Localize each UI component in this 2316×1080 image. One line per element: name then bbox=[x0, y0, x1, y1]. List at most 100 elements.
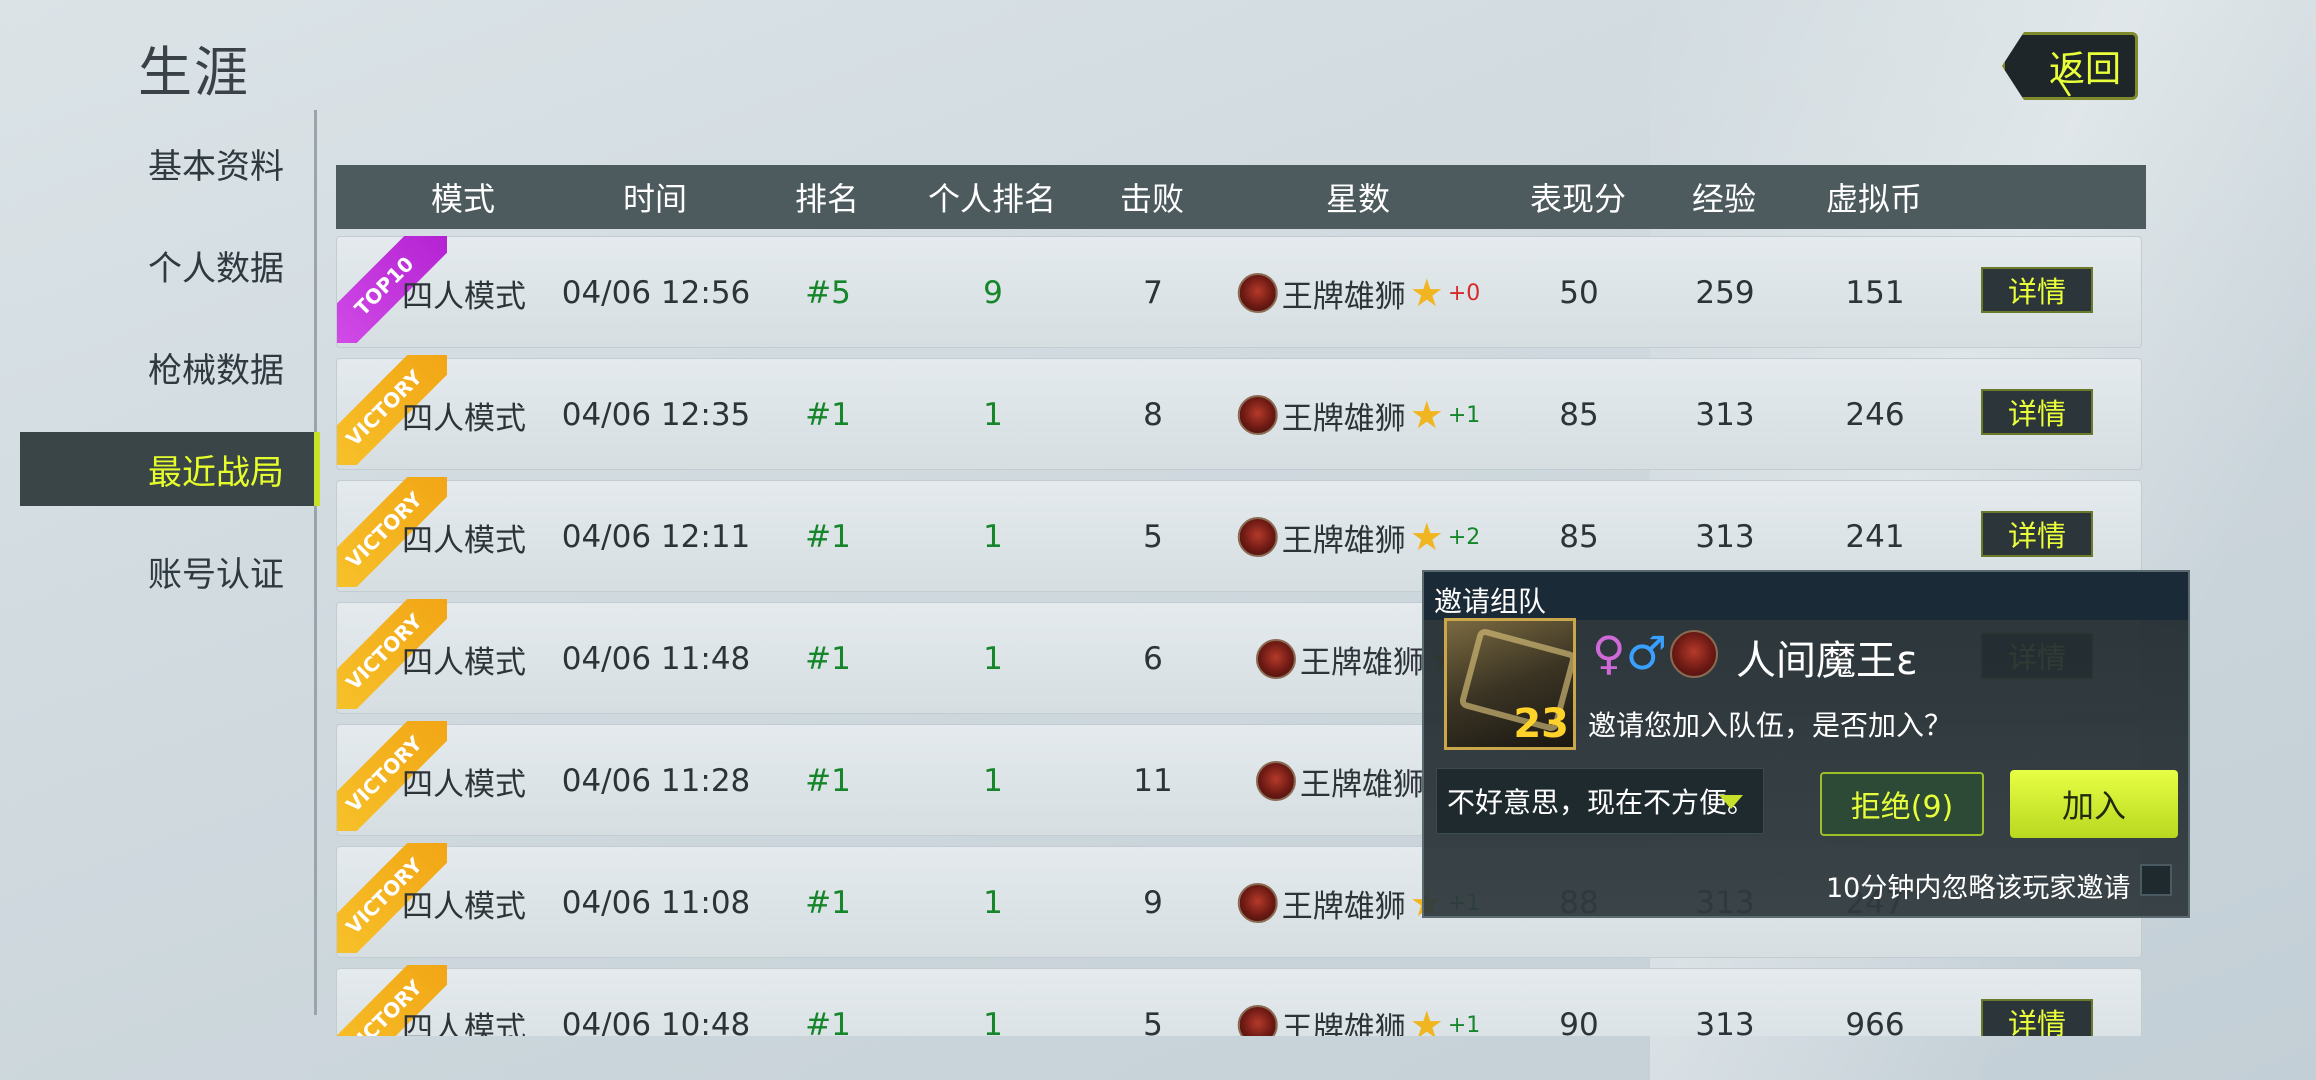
star-icon: ★ bbox=[1409, 271, 1444, 315]
cell-personal-rank: 9 bbox=[983, 275, 1003, 311]
reply-dropdown[interactable]: 不好意思，现在不方便。 bbox=[1436, 768, 1764, 834]
cell-time: 04/06 11:08 bbox=[561, 885, 751, 921]
invite-message: 邀请您加入队伍，是否加入？ bbox=[1588, 709, 1953, 742]
lion-rank-icon bbox=[1670, 630, 1718, 678]
star-delta: +1 bbox=[1447, 1012, 1481, 1037]
lion-rank-icon bbox=[1237, 517, 1278, 557]
cell-exp: 313 bbox=[1695, 397, 1755, 433]
sidebar-item-personal-data[interactable]: 个人数据 bbox=[0, 228, 316, 302]
cell-stars: 王牌雄狮 ★ +0 bbox=[1237, 237, 1481, 349]
sidebar-item-recent-matches[interactable]: 最近战局 bbox=[20, 432, 320, 506]
cell-exp: 313 bbox=[1695, 1007, 1755, 1036]
column-header-kills: 击败 bbox=[1119, 180, 1185, 218]
detail-button[interactable]: 详情 bbox=[1981, 511, 2093, 557]
detail-button[interactable]: 详情 bbox=[1981, 389, 2093, 435]
lion-rank-icon bbox=[1237, 273, 1278, 313]
table-row[interactable]: TOP10 四人模式 04/06 12:56 #5 9 7 王牌雄狮 ★ +0 … bbox=[336, 236, 2142, 348]
ignore-label: 10分钟内忽略该玩家邀请 bbox=[1826, 873, 2131, 904]
rank-tier-name: 王牌雄狮 bbox=[1281, 522, 1406, 559]
sidebar-item-label: 最近战局 bbox=[148, 452, 284, 493]
page-title: 生涯 bbox=[138, 41, 250, 104]
gender-icon: ♀♂ bbox=[1592, 626, 1667, 680]
cell-score: 50 bbox=[1559, 275, 1599, 311]
lion-rank-icon bbox=[1237, 1005, 1278, 1036]
ignore-checkbox[interactable] bbox=[2140, 864, 2172, 896]
cell-personal-rank: 1 bbox=[983, 1007, 1003, 1036]
lion-rank-icon bbox=[1237, 395, 1278, 435]
cell-exp: 259 bbox=[1695, 275, 1755, 311]
cell-kills: 8 bbox=[1143, 397, 1163, 433]
cell-rank: #1 bbox=[805, 519, 851, 555]
team-invite-popup[interactable]: 邀请组队 23 ♀♂ 人间魔王ε 邀请您加入队伍，是否加入？ 不好意思，现在不方… bbox=[1422, 570, 2190, 918]
cell-rank: #1 bbox=[805, 641, 851, 677]
cell-kills: 5 bbox=[1143, 1007, 1163, 1036]
cell-mode: 四人模式 bbox=[402, 522, 526, 559]
table-header: 模式 时间 排名 个人排名 击败 星数 表现分 经验 虚拟币 bbox=[336, 165, 2146, 229]
cell-personal-rank: 1 bbox=[983, 519, 1003, 555]
sidebar-item-account-verify[interactable]: 账号认证 bbox=[0, 534, 316, 608]
sidebar-item-label: 账号认证 bbox=[148, 554, 284, 595]
rank-tier-name: 王牌雄狮 bbox=[1281, 1010, 1406, 1037]
cell-time: 04/06 11:48 bbox=[561, 641, 751, 677]
rank-tier-name: 王牌雄狮 bbox=[1299, 644, 1424, 681]
cell-time: 04/06 12:56 bbox=[561, 275, 751, 311]
cell-coins: 966 bbox=[1845, 1007, 1905, 1036]
cell-personal-rank: 1 bbox=[983, 641, 1003, 677]
reply-selected: 不好意思，现在不方便。 bbox=[1447, 786, 1756, 819]
cell-mode: 四人模式 bbox=[402, 1010, 526, 1037]
cell-kills: 6 bbox=[1143, 641, 1163, 677]
star-icon: ★ bbox=[1409, 393, 1444, 437]
sidebar-item-label: 个人数据 bbox=[148, 248, 284, 289]
player-name: 人间魔王ε bbox=[1736, 638, 1918, 684]
cell-score: 90 bbox=[1559, 1007, 1599, 1036]
cell-mode: 四人模式 bbox=[402, 644, 526, 681]
sidebar-item-label: 枪械数据 bbox=[148, 350, 284, 391]
cell-time: 04/06 11:28 bbox=[561, 763, 751, 799]
lion-rank-icon bbox=[1255, 639, 1296, 679]
cell-rank: #1 bbox=[805, 397, 851, 433]
table-row[interactable]: VICTORY 四人模式 04/06 10:48 #1 1 5 王牌雄狮 ★ +… bbox=[336, 965, 2142, 1037]
star-icon: ★ bbox=[1409, 1003, 1444, 1036]
cell-personal-rank: 1 bbox=[983, 885, 1003, 921]
cell-score: 85 bbox=[1559, 397, 1599, 433]
cell-rank: #5 bbox=[805, 275, 851, 311]
cell-coins: 151 bbox=[1845, 275, 1905, 311]
cell-time: 04/06 10:48 bbox=[561, 1007, 751, 1036]
sidebar-item-label: 基本资料 bbox=[148, 146, 284, 187]
cell-rank: #1 bbox=[805, 763, 851, 799]
dropdown-arrow-icon bbox=[1719, 795, 1743, 809]
cell-kills: 11 bbox=[1133, 763, 1173, 799]
sidebar-item-basic-info[interactable]: 基本资料 bbox=[0, 126, 316, 200]
rank-tier-name: 王牌雄狮 bbox=[1281, 278, 1406, 315]
chevron-left-icon: 〈 bbox=[2035, 58, 2074, 102]
column-header-exp: 经验 bbox=[1691, 180, 1757, 218]
cell-mode: 四人模式 bbox=[402, 400, 526, 437]
cell-stars: 王牌雄狮 ★ +1 bbox=[1237, 359, 1480, 471]
cell-kills: 7 bbox=[1143, 275, 1163, 311]
column-header-stars: 星数 bbox=[1325, 180, 1391, 218]
cell-rank: #1 bbox=[805, 885, 851, 921]
cell-rank: #1 bbox=[805, 1007, 851, 1036]
column-header-score: 表现分 bbox=[1529, 180, 1627, 218]
back-button[interactable]: 〈 返回 bbox=[2002, 32, 2138, 100]
cell-personal-rank: 1 bbox=[983, 763, 1003, 799]
column-header-time: 时间 bbox=[622, 180, 688, 218]
rank-tier-name: 王牌雄狮 bbox=[1281, 400, 1406, 437]
join-button[interactable]: 加入 bbox=[2010, 770, 2178, 838]
lion-rank-icon bbox=[1255, 761, 1296, 801]
sidebar-item-weapon-data[interactable]: 枪械数据 bbox=[0, 330, 316, 404]
star-icon: ★ bbox=[1409, 515, 1444, 559]
player-avatar[interactable]: 23 bbox=[1444, 618, 1576, 750]
cell-mode: 四人模式 bbox=[402, 888, 526, 925]
detail-button[interactable]: 详情 bbox=[1981, 267, 2093, 313]
table-row[interactable]: VICTORY 四人模式 04/06 12:35 #1 1 8 王牌雄狮 ★ +… bbox=[336, 355, 2142, 471]
lion-rank-icon bbox=[1237, 883, 1278, 923]
detail-button[interactable]: 详情 bbox=[1981, 999, 2093, 1036]
cell-kills: 5 bbox=[1143, 519, 1163, 555]
column-header-personal-rank: 个人排名 bbox=[927, 180, 1057, 218]
cell-stars: 王牌雄狮 ★ +1 bbox=[1237, 969, 1481, 1037]
cell-personal-rank: 1 bbox=[983, 397, 1003, 433]
star-delta: +0 bbox=[1447, 280, 1481, 306]
refuse-button[interactable]: 拒绝(9) bbox=[1820, 772, 1984, 836]
column-header-coins: 虚拟币 bbox=[1825, 180, 1923, 218]
